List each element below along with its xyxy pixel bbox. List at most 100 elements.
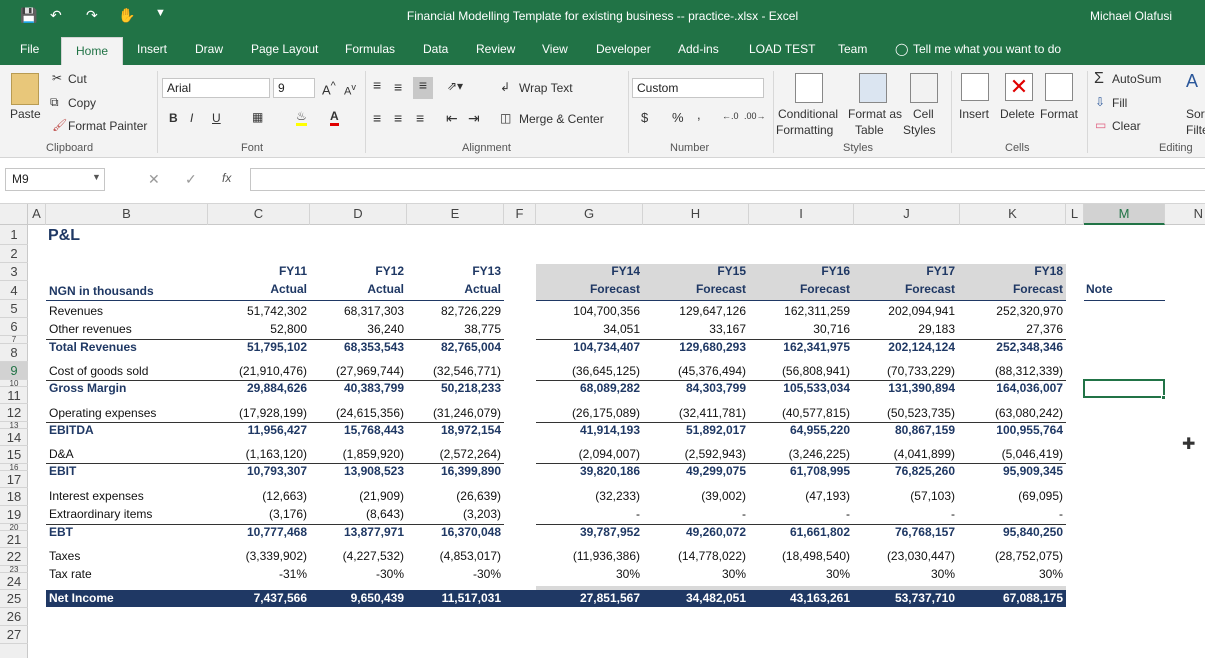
- user-name[interactable]: Michael Olafusi: [1090, 9, 1172, 23]
- row-header-12[interactable]: 12: [0, 404, 28, 422]
- autosum-button[interactable]: AutoSum: [1112, 72, 1161, 86]
- insert-cells-icon[interactable]: [961, 73, 989, 101]
- row-header-22[interactable]: 22: [0, 548, 28, 566]
- row-header-26[interactable]: 26: [0, 608, 28, 626]
- decrease-indent-icon[interactable]: ⇤: [446, 110, 458, 127]
- align-right-icon[interactable]: ≡: [416, 110, 424, 126]
- insert-cells-button[interactable]: Insert: [959, 107, 989, 121]
- selected-cell-m9[interactable]: [1083, 379, 1165, 398]
- column-header-c[interactable]: C: [208, 204, 310, 225]
- copy-button[interactable]: Copy: [68, 96, 96, 110]
- tell-me-search[interactable]: Tell me what you want to do: [913, 42, 1061, 56]
- align-left-icon[interactable]: ≡: [373, 110, 381, 126]
- align-middle-icon[interactable]: ≡: [394, 79, 402, 95]
- row-header-1[interactable]: 1: [0, 225, 28, 245]
- increase-decimal-icon[interactable]: ←.0: [722, 111, 739, 121]
- sort-button[interactable]: Sort: [1186, 107, 1205, 121]
- tab-page-layout[interactable]: Page Layout: [251, 42, 318, 56]
- row-header-5[interactable]: 5: [0, 300, 28, 318]
- tab-developer[interactable]: Developer: [596, 42, 651, 56]
- column-header-b[interactable]: B: [46, 204, 208, 225]
- format-cells-button[interactable]: Format: [1040, 107, 1078, 121]
- column-header-l[interactable]: L: [1066, 204, 1084, 225]
- conditional-formatting-label2[interactable]: Formatting: [776, 123, 833, 137]
- fill-icon[interactable]: ⇩: [1095, 95, 1105, 109]
- align-center-icon[interactable]: ≡: [394, 110, 402, 126]
- column-header-a[interactable]: A: [28, 204, 46, 225]
- select-all-corner[interactable]: [0, 204, 28, 225]
- tab-data[interactable]: Data: [423, 42, 448, 56]
- conditional-formatting-button[interactable]: Conditional: [778, 107, 838, 121]
- font-color-icon[interactable]: A: [330, 109, 339, 126]
- format-as-table-icon[interactable]: [859, 73, 887, 103]
- column-header-e[interactable]: E: [407, 204, 504, 225]
- row-header-13[interactable]: 13: [0, 422, 28, 429]
- column-header-m[interactable]: M: [1084, 204, 1165, 225]
- delete-cells-button[interactable]: Delete: [1000, 107, 1035, 121]
- row-header-16[interactable]: 16: [0, 464, 28, 471]
- align-top-icon[interactable]: ≡: [373, 77, 381, 93]
- fill-handle[interactable]: [1161, 395, 1166, 400]
- increase-font-icon[interactable]: A^: [322, 80, 336, 97]
- tab-file[interactable]: File: [20, 42, 39, 56]
- comma-button[interactable]: ,: [697, 107, 701, 122]
- row-header-25[interactable]: 25: [0, 590, 28, 608]
- tab-view[interactable]: View: [542, 42, 568, 56]
- format-painter-icon[interactable]: 🖌: [52, 118, 67, 132]
- column-header-d[interactable]: D: [310, 204, 407, 225]
- tab-insert[interactable]: Insert: [137, 42, 167, 56]
- column-header-n[interactable]: N: [1165, 204, 1205, 225]
- cut-button[interactable]: Cut: [68, 72, 87, 86]
- eraser-icon[interactable]: ▭: [1095, 118, 1106, 132]
- tab-add-ins[interactable]: Add-ins: [678, 42, 719, 56]
- row-header-10[interactable]: 10: [0, 380, 28, 387]
- decrease-decimal-icon[interactable]: .00→: [744, 111, 766, 121]
- column-header-h[interactable]: H: [643, 204, 749, 225]
- row-header-24[interactable]: 24: [0, 573, 28, 590]
- row-header-17[interactable]: 17: [0, 471, 28, 488]
- column-header-k[interactable]: K: [960, 204, 1066, 225]
- merge-center-button[interactable]: Merge & Center: [519, 112, 604, 126]
- sheet-grid[interactable]: P&L NGN in thousands Note FY11 Actual FY12 Act…: [28, 225, 1205, 658]
- insert-function-button[interactable]: fx: [222, 171, 231, 185]
- paste-icon[interactable]: [11, 73, 39, 105]
- filter-button[interactable]: Filte: [1186, 123, 1205, 137]
- column-header-j[interactable]: J: [854, 204, 960, 225]
- tab-team[interactable]: Team: [838, 42, 867, 56]
- row-header-2[interactable]: 2: [0, 245, 28, 263]
- row-header-7[interactable]: 7: [0, 336, 28, 344]
- format-as-table-button[interactable]: Format as: [848, 107, 902, 121]
- increase-indent-icon[interactable]: ⇥: [468, 110, 480, 127]
- scissors-icon[interactable]: ✂: [52, 71, 62, 85]
- borders-icon[interactable]: ▦: [252, 110, 263, 124]
- format-cells-icon[interactable]: [1045, 73, 1073, 101]
- align-bottom-icon[interactable]: ≡: [413, 77, 433, 99]
- format-as-table-label2[interactable]: Table: [855, 123, 884, 137]
- row-header-21[interactable]: 21: [0, 531, 28, 548]
- tab-draw[interactable]: Draw: [195, 42, 223, 56]
- tab-formulas[interactable]: Formulas: [345, 42, 395, 56]
- row-header-19[interactable]: 19: [0, 506, 28, 524]
- cell-styles-button[interactable]: Cell: [913, 107, 934, 121]
- cancel-button[interactable]: ✕: [148, 171, 160, 188]
- column-header-g[interactable]: G: [536, 204, 643, 225]
- format-painter-button[interactable]: Format Painter: [68, 119, 147, 133]
- tab-load-test[interactable]: LOAD TEST: [749, 42, 815, 56]
- font-size-dropdown[interactable]: 9: [273, 78, 315, 98]
- italic-button[interactable]: I: [190, 111, 193, 125]
- row-header-9[interactable]: 9: [0, 362, 28, 380]
- row-header-11[interactable]: 11: [0, 387, 28, 404]
- row-header-6[interactable]: 6: [0, 318, 28, 336]
- fill-button[interactable]: Fill: [1112, 96, 1127, 110]
- copy-icon[interactable]: ⧉: [50, 95, 59, 110]
- row-header-8[interactable]: 8: [0, 344, 28, 362]
- column-header-i[interactable]: I: [749, 204, 854, 225]
- decrease-font-icon[interactable]: Av: [344, 82, 356, 98]
- clear-button[interactable]: Clear: [1112, 119, 1141, 133]
- sort-filter-icon[interactable]: A: [1186, 71, 1198, 92]
- row-header-18[interactable]: 18: [0, 488, 28, 506]
- tab-review[interactable]: Review: [476, 42, 515, 56]
- row-header-3[interactable]: 3: [0, 263, 28, 281]
- cell-styles-label2[interactable]: Styles: [903, 123, 936, 137]
- bold-button[interactable]: B: [169, 111, 178, 125]
